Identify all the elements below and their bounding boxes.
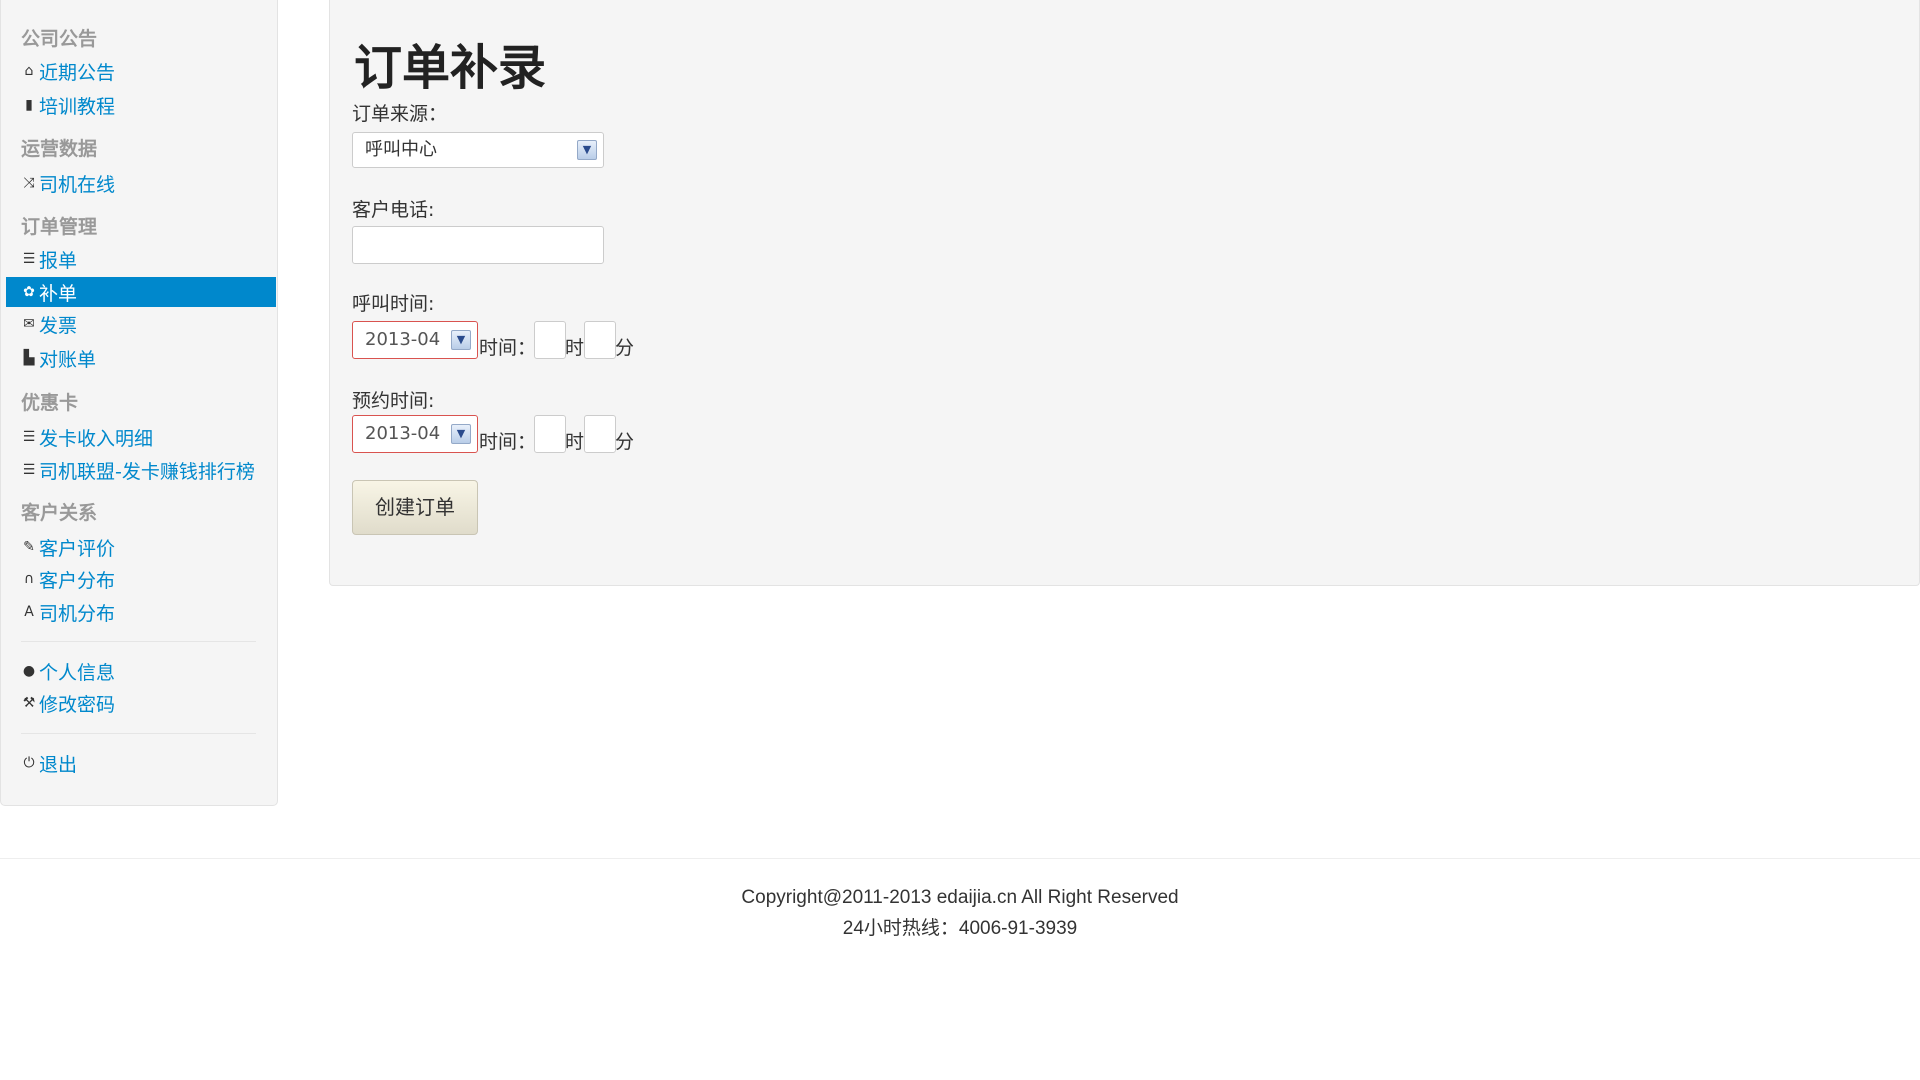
page: 公司公告 ⌂ 近期公告 ▮ 培训教程 运营数据 ⤨ 司机在线 订单管理 ☰ 报单… xyxy=(0,0,1920,1080)
home-icon: ⌂ xyxy=(24,63,34,79)
sidebar-item-recent-announcements[interactable]: ⌂ 近期公告 xyxy=(21,56,115,86)
sidebar-item-label: 培训教程 xyxy=(39,95,116,118)
list-icon: ☰ xyxy=(22,429,36,445)
chevron-down-icon: ▼ xyxy=(577,140,597,160)
reserve-time-label: 预约时间: xyxy=(352,390,435,412)
call-date-value: 2013-04 xyxy=(365,329,441,350)
sidebar-item-customer-reviews[interactable]: ✎ 客户评价 xyxy=(21,532,115,562)
footer-divider xyxy=(0,858,1920,859)
sidebar-item-profile[interactable]: ● 个人信息 xyxy=(21,656,115,686)
customer-phone-input[interactable] xyxy=(352,226,604,264)
sidebar-item-supplement[interactable]: ✿ 补单 xyxy=(6,277,276,307)
sidebar-item-report[interactable]: ☰ 报单 xyxy=(21,244,77,274)
book-icon: ▮ xyxy=(25,97,33,113)
sidebar-item-label: 司机在线 xyxy=(39,173,116,196)
call-date-select[interactable]: 2013-04 ▼ xyxy=(352,321,478,359)
sidebar-item-label: 对账单 xyxy=(39,348,97,371)
power-icon: ⏻ xyxy=(23,755,35,771)
headphones-icon: ∩ xyxy=(23,571,35,587)
nav-divider xyxy=(21,733,256,734)
nav-header-operations: 运营数据 xyxy=(21,138,98,160)
sidebar-item-label: 发卡收入明细 xyxy=(39,427,154,450)
call-hour-input[interactable] xyxy=(534,321,566,359)
sidebar-item-training[interactable]: ▮ 培训教程 xyxy=(21,90,115,120)
call-minute-input[interactable] xyxy=(584,321,616,359)
footer-hotline: 24小时热线：4006-91-3939 xyxy=(842,918,1078,939)
reserve-minute-input[interactable] xyxy=(584,415,616,453)
sidebar-item-drivers-online[interactable]: ⤨ 司机在线 xyxy=(21,168,115,198)
call-hour-label: 时 xyxy=(565,337,585,359)
sidebar-item-card-income[interactable]: ☰ 发卡收入明细 xyxy=(21,422,153,452)
list-icon: ☰ xyxy=(22,462,36,478)
sidebar-item-label: 个人信息 xyxy=(39,661,116,684)
random-icon: ⤨ xyxy=(23,175,35,191)
sidebar-item-label: 客户评价 xyxy=(39,537,116,560)
nav-divider xyxy=(21,641,256,642)
pencil-icon: ✎ xyxy=(23,539,35,555)
sidebar-item-label: 发票 xyxy=(39,314,78,337)
font-icon: A xyxy=(24,604,34,620)
sidebar-item-customer-distribution[interactable]: ∩ 客户分布 xyxy=(21,564,115,594)
reserve-date-value: 2013-04 xyxy=(365,423,441,444)
order-source-label: 订单来源： xyxy=(352,103,448,125)
reserve-time-inline-label: 时间： xyxy=(479,431,537,453)
sidebar-item-change-password[interactable]: ⚒ 修改密码 xyxy=(21,688,115,718)
sidebar-item-invoice[interactable]: ✉ 发票 xyxy=(21,309,77,339)
sidebar-item-label: 退出 xyxy=(39,753,78,776)
call-time-label: 呼叫时间: xyxy=(352,293,435,315)
sidebar-item-driver-distribution[interactable]: A 司机分布 xyxy=(21,597,115,627)
envelope-icon: ✉ xyxy=(23,316,35,332)
sidebar-item-logout[interactable]: ⏻ 退出 xyxy=(21,748,77,778)
chevron-down-icon: ▼ xyxy=(451,330,471,350)
sidebar-item-statement[interactable]: ▙ 对账单 xyxy=(21,343,96,373)
call-minute-label: 分 xyxy=(615,337,635,359)
gear-icon: ✿ xyxy=(23,284,35,300)
sidebar-item-label: 报单 xyxy=(39,249,78,272)
reserve-date-select[interactable]: 2013-04 ▼ xyxy=(352,415,478,453)
order-form-panel: 订单补录 订单来源： 呼叫中心 ▼ 客户电话: 呼叫时间: 2013-04 ▼ … xyxy=(329,0,1920,586)
page-title: 订单补录 xyxy=(354,40,547,96)
footer-copyright: Copyright@2011-2013 edaijia.cn All Right… xyxy=(741,887,1179,908)
call-time-inline-label: 时间： xyxy=(479,337,537,359)
reserve-minute-label: 分 xyxy=(615,431,635,453)
sidebar-item-label: 司机分布 xyxy=(39,602,116,625)
nav-header-customer-relations: 客户关系 xyxy=(21,502,98,524)
sidebar-item-label: 客户分布 xyxy=(39,569,116,592)
sidebar-item-label: 修改密码 xyxy=(39,693,116,716)
nav-header-discount-card: 优惠卡 xyxy=(21,392,79,414)
nav-header-announcements: 公司公告 xyxy=(21,28,98,50)
sidebar-nav: 公司公告 ⌂ 近期公告 ▮ 培训教程 运营数据 ⤨ 司机在线 订单管理 ☰ 报单… xyxy=(0,0,278,806)
sidebar-item-driver-ranking[interactable]: ☰ 司机联盟-发卡赚钱排行榜 xyxy=(21,455,255,485)
nav-header-orders: 订单管理 xyxy=(21,216,98,238)
user-icon: ● xyxy=(22,663,36,679)
order-source-value: 呼叫中心 xyxy=(365,139,437,160)
file-icon: ▙ xyxy=(23,350,35,366)
reserve-hour-input[interactable] xyxy=(534,415,566,453)
list-icon: ☰ xyxy=(22,251,36,267)
customer-phone-label: 客户电话: xyxy=(352,199,435,221)
chevron-down-icon: ▼ xyxy=(451,424,471,444)
wrench-icon: ⚒ xyxy=(22,695,36,711)
sidebar-item-label: 司机联盟-发卡赚钱排行榜 xyxy=(39,460,255,483)
reserve-hour-label: 时 xyxy=(565,431,585,453)
sidebar-item-label: 近期公告 xyxy=(39,61,116,84)
create-order-button[interactable]: 创建订单 xyxy=(352,480,478,535)
sidebar-item-label: 补单 xyxy=(39,282,78,305)
order-source-select[interactable]: 呼叫中心 ▼ xyxy=(352,132,604,168)
